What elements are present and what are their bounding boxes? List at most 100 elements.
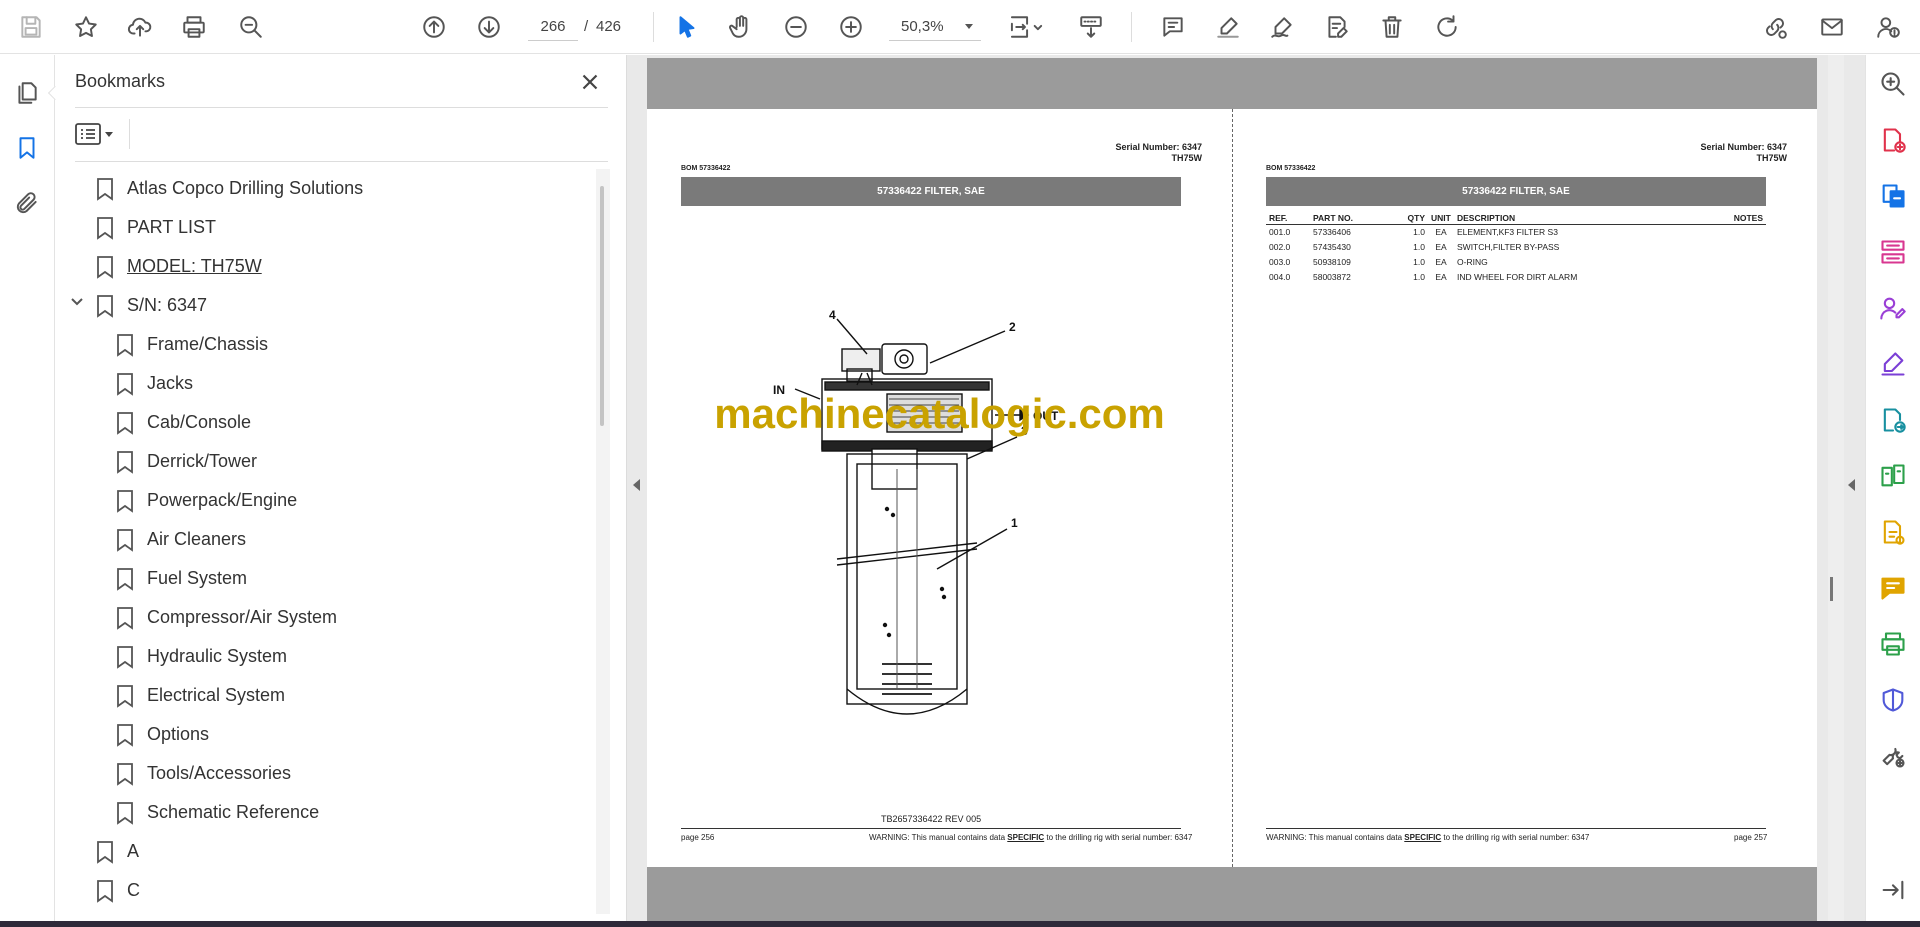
header-notes: NOTES [1726,212,1766,225]
page-thumbnails-button[interactable] [11,77,43,109]
bookmark-item[interactable]: Derrick/Tower [116,442,257,481]
page-separator: / [584,18,589,35]
select-tool-button[interactable] [671,11,703,43]
account-icon [1877,17,1900,38]
export-file-icon [1883,520,1905,545]
scrollbar-thumb[interactable] [1830,577,1833,601]
bookmark-item[interactable]: Powerpack/Engine [116,481,297,520]
bookmark-item[interactable]: Compressor/Air System [116,598,337,637]
attachments-button[interactable] [11,187,43,219]
send-for-review-button[interactable] [1876,403,1910,437]
bookmark-item[interactable]: Air Cleaners [116,520,246,559]
bookmark-label: A [127,841,140,861]
bookmark-icon [116,411,134,435]
bookmark-icon [96,216,114,240]
protect-button[interactable] [1876,683,1910,717]
toolbar-divider [653,12,654,42]
list-options-icon [75,123,101,145]
print-production-button[interactable] [1876,627,1910,661]
bookmark-item[interactable]: A [96,832,139,871]
bookmarks-panel-button[interactable] [11,132,43,164]
table-row: 004.0 58003872 1.0 EA IND WHEEL FOR DIRT A… [1269,272,1578,282]
page-down-icon [478,16,500,38]
bookmark-icon [96,255,114,279]
export-pdf-button[interactable] [1876,179,1910,213]
bookmark-star-button[interactable] [70,11,102,43]
upload-button[interactable] [124,11,156,43]
scrollbar-thumb[interactable] [600,186,604,426]
zoom-select[interactable]: 50,3% [889,13,981,41]
bookmark-icon [116,333,134,357]
bookmark-label: Options [147,724,210,744]
expand-tools-button[interactable] [1876,873,1910,907]
page-number-input[interactable] [528,13,578,41]
next-page-button[interactable] [473,11,505,43]
email-button[interactable] [1816,11,1848,43]
bookmark-item[interactable]: Cab/Console [116,403,251,442]
bookmark-item[interactable]: Atlas Copco Drilling Solutions [96,169,363,208]
edit-text-button[interactable] [1321,11,1353,43]
serial-number: Serial Number: 6347 [1700,142,1787,152]
print-button[interactable] [178,11,210,43]
comment-button[interactable] [1157,11,1189,43]
bookmark-item[interactable]: Fuel System [116,559,247,598]
document-viewport[interactable]: Serial Number: 6347 TH75W BOM 57336422 5… [627,55,1865,921]
serial-header: Serial Number: 6347 TH75W [1115,142,1202,164]
organize-pages-button[interactable] [1876,235,1910,269]
scroll-mode-button[interactable] [1075,11,1107,43]
bookmark-icon [116,567,134,591]
close-panel-button[interactable] [577,69,603,95]
bookmark-item[interactable]: Options [116,715,209,754]
bookmark-item[interactable]: Frame/Chassis [116,325,268,364]
header-part-no: PART NO. [1310,212,1392,225]
bookmark-item[interactable]: C [96,871,140,910]
previous-page-button[interactable] [418,11,450,43]
serial-header: Serial Number: 6347 TH75W [1700,142,1787,164]
collapse-left-panel-button[interactable] [633,479,640,491]
bookmark-item[interactable]: Schematic Reference [116,793,319,832]
request-signatures-button[interactable] [1876,291,1910,325]
bookmark-item[interactable]: S/N: 6347 [96,286,207,325]
hand-tool-button[interactable] [725,11,757,43]
bookmark-label: C [127,880,140,900]
page-number-label: page 256 [681,833,715,842]
bookmark-item[interactable]: PART LIST [96,208,216,247]
zoom-tool-button[interactable] [1876,67,1910,101]
page-total: 426 [596,18,622,35]
zoom-in-button[interactable] [835,11,867,43]
sign-icon [1271,17,1292,38]
draw-button[interactable] [1266,11,1298,43]
more-tools-button[interactable] [1876,739,1910,773]
bookmark-item[interactable]: Jacks [116,364,193,403]
collapse-right-panel-button[interactable] [1848,479,1855,491]
bookmark-icon [96,294,114,318]
document-scrollbar[interactable] [1828,55,1844,921]
highlight-button[interactable] [1212,11,1244,43]
expand-toggle[interactable] [69,294,85,310]
compare-files-button[interactable] [1876,459,1910,493]
page-left: Serial Number: 6347 TH75W BOM 57336422 5… [647,109,1232,867]
filter-illustration: 4 2 3 1 IN OUT [773,308,1059,715]
create-pdf-button[interactable] [1876,123,1910,157]
bom-label: BOM 57336422 [1266,165,1316,172]
fill-sign-button[interactable] [1876,347,1910,381]
export-file-button[interactable] [1876,515,1910,549]
delete-button[interactable] [1376,11,1408,43]
bookmark-item[interactable]: Tools/Accessories [116,754,291,793]
bookmark-icon [116,372,134,396]
comment-tool-button[interactable] [1876,571,1910,605]
bookmark-item[interactable]: Hydraulic System [116,637,287,676]
bookmark-item[interactable]: Electrical System [116,676,285,715]
rotate-button[interactable] [1431,11,1463,43]
bookmarks-scrollbar[interactable] [596,169,610,914]
account-button[interactable] [1872,11,1904,43]
chevron-down-icon [105,131,113,137]
bookmark-options-button[interactable] [75,119,119,149]
save-button[interactable] [15,11,47,43]
bookmark-item[interactable]: MODEL: TH75W [96,247,262,286]
find-button[interactable] [235,11,267,43]
zoom-out-button[interactable] [780,11,812,43]
page-up-icon [423,16,445,38]
fit-page-button[interactable] [1003,11,1049,43]
share-link-button[interactable] [1759,11,1791,43]
